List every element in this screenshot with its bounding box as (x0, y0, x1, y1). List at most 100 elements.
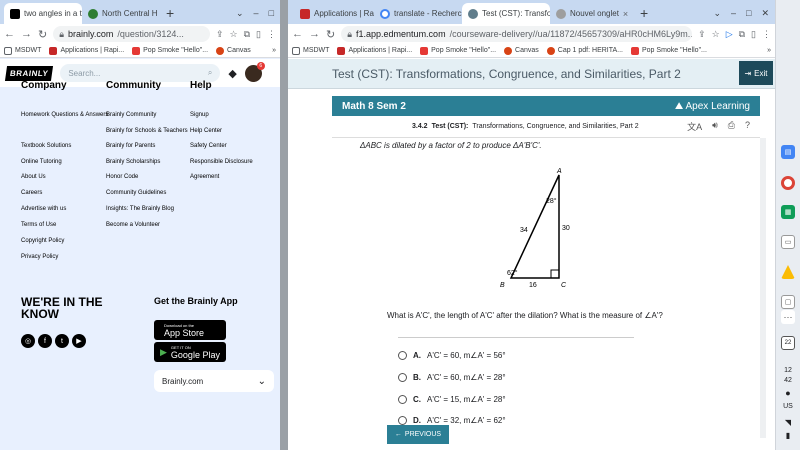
battery-icon[interactable]: ▮ (776, 431, 800, 440)
footer-link[interactable]: Homework Questions & Answers (21, 112, 108, 118)
footer-link[interactable]: Online Tutoring (21, 159, 62, 165)
wifi-icon[interactable]: ◥ (776, 418, 800, 427)
youtube-icon[interactable]: ▶ (72, 334, 86, 348)
footer-link[interactable]: Terms of Use (21, 222, 56, 228)
tab-applications[interactable]: Applications | Rapi × (294, 3, 374, 24)
bookmark-item[interactable]: Pop Smoke "Hello"... (132, 46, 208, 55)
minimize-icon[interactable]: – (254, 3, 259, 24)
sheets-icon[interactable]: ▦ (781, 205, 795, 219)
bookmark-item[interactable]: Canvas (216, 46, 251, 55)
reload-icon[interactable]: ↻ (38, 28, 47, 41)
bookmark-item[interactable]: Cap 1 pdf: HERITA... (546, 46, 623, 55)
bookmark-item[interactable]: MSDWT (4, 46, 41, 55)
translate-ext-icon[interactable]: ▷ (726, 29, 733, 40)
drive-icon[interactable] (781, 265, 795, 279)
footer-link[interactable]: Honor Code (106, 174, 138, 180)
bookmark-item[interactable]: Pop Smoke "Hello"... (420, 46, 496, 55)
tab-north-central[interactable]: North Central H × (82, 3, 160, 24)
answer-option-b[interactable]: B. A'C' = 60, m∠A' = 28° (398, 373, 506, 382)
domain-select[interactable]: Brainly.com ⌄ (154, 370, 274, 392)
extension-icon[interactable]: ⧉ (244, 29, 250, 40)
footer-link[interactable]: Community Guidelines (106, 190, 166, 196)
bookmark-item[interactable]: Applications | Rapi... (49, 46, 124, 55)
footer-link[interactable]: Safety Center (190, 143, 227, 149)
bookmark-item[interactable]: Pop Smoke "Hello"... (631, 46, 707, 55)
window-icon[interactable]: ▢ (781, 295, 795, 309)
tab-translate[interactable]: translate - Recherch × (374, 3, 462, 24)
translate-icon[interactable]: 文A (687, 120, 702, 133)
radio-button[interactable] (398, 416, 407, 425)
chevron-down-icon[interactable]: ⌄ (236, 3, 244, 24)
footer-link[interactable]: Become a Volunteer (106, 222, 160, 228)
radio-button[interactable] (398, 351, 407, 360)
back-icon[interactable]: ← (292, 28, 303, 40)
footer-link[interactable]: Brainly for Schools & Teachers (106, 128, 188, 134)
menu-icon[interactable]: ⋮ (762, 29, 771, 40)
brainly-logo[interactable]: BRAINLY (4, 65, 54, 81)
tab-new[interactable]: Nouvel onglet × (550, 3, 634, 24)
calendar-icon[interactable]: 22 (781, 336, 795, 350)
scrollbar[interactable] (760, 138, 766, 438)
radio-button[interactable] (398, 395, 407, 404)
footer-link[interactable]: Privacy Policy (21, 254, 58, 260)
docs-icon[interactable]: ▤ (781, 145, 795, 159)
menu-icon[interactable]: ⋮ (267, 29, 276, 40)
bookmark-item[interactable]: Canvas (504, 46, 539, 55)
help-icon[interactable]: ? (745, 120, 750, 133)
close-icon[interactable]: × (619, 9, 628, 19)
sidebar-icon[interactable]: ▯ (256, 29, 261, 40)
reload-icon[interactable]: ↻ (326, 28, 335, 41)
chevron-down-icon[interactable]: ⌄ (713, 3, 721, 24)
tab-test-cst[interactable]: Test (CST): Transfor × (462, 3, 550, 24)
avatar[interactable]: 6 (244, 61, 265, 82)
footer-link[interactable]: Careers (21, 190, 42, 196)
url-field[interactable]: 🔒︎ brainly.com/question/3124... (53, 26, 210, 42)
close-window-icon[interactable]: ✕ (761, 3, 769, 24)
url-field[interactable]: 🔒︎ f1.app.edmentum.com/courseware-delive… (341, 26, 693, 42)
twitter-icon[interactable]: t (55, 334, 69, 348)
more-bookmarks-icon[interactable]: » (767, 47, 771, 54)
new-tab-icon[interactable]: + (160, 3, 180, 24)
new-tab-icon[interactable]: + (634, 3, 654, 24)
print-icon[interactable]: ⎙ (728, 120, 735, 133)
instagram-icon[interactable]: ◎ (21, 334, 35, 348)
files-icon[interactable]: ▭ (781, 235, 795, 249)
footer-link[interactable]: Insights: The Brainly Blog (106, 206, 174, 212)
maximize-icon[interactable]: □ (746, 3, 751, 24)
google-play-button[interactable]: ▶ GET IT ON Google Play (154, 342, 226, 362)
answer-option-d[interactable]: D. A'C' = 32, m∠A' = 62° (398, 416, 506, 425)
footer-link[interactable]: About Us (21, 174, 46, 180)
audio-icon[interactable]: 🔊︎ (712, 120, 718, 133)
more-bookmarks-icon[interactable]: » (272, 47, 276, 54)
app-store-button[interactable]: Download on the App Store (154, 320, 226, 340)
search-icon[interactable]: ⌕ (208, 68, 212, 78)
star-icon[interactable]: ☆ (230, 29, 238, 40)
answer-option-a[interactable]: A. A'C' = 60, m∠A' = 56° (398, 351, 506, 360)
back-icon[interactable]: ← (4, 28, 15, 40)
footer-link[interactable]: Brainly Scholarships (106, 159, 160, 165)
footer-link[interactable]: Responsible Disclosure (190, 159, 253, 165)
footer-link[interactable]: Advertise with us (21, 206, 66, 212)
forward-icon[interactable]: → (309, 28, 320, 40)
sidebar-icon[interactable]: ▯ (751, 29, 756, 40)
language-indicator[interactable]: US (776, 403, 800, 410)
extension-icon[interactable]: ⧉ (739, 29, 745, 40)
star-icon[interactable]: ☆ (712, 29, 720, 40)
close-icon[interactable]: × (158, 9, 160, 19)
bookmark-item[interactable]: Applications | Rapi... (337, 46, 412, 55)
bookmark-item[interactable]: MSDWT (292, 46, 329, 55)
footer-link[interactable]: Brainly Community (106, 112, 156, 118)
forward-icon[interactable]: → (21, 28, 32, 40)
footer-link[interactable]: Brainly for Parents (106, 143, 155, 149)
footer-link[interactable]: Textbook Solutions (21, 143, 71, 149)
info-icon[interactable]: ● (776, 388, 800, 398)
share-icon[interactable]: ⇪ (216, 29, 224, 40)
answer-option-c[interactable]: C. A'C' = 15, m∠A' = 28° (398, 395, 506, 404)
footer-link[interactable]: Help Center (190, 128, 222, 134)
settings-icon[interactable]: ⋯ (781, 310, 795, 324)
chrome-icon[interactable] (781, 176, 795, 190)
maximize-icon[interactable]: □ (269, 3, 274, 24)
footer-link[interactable]: Signup (190, 112, 209, 118)
radio-button[interactable] (398, 373, 407, 382)
facebook-icon[interactable]: f (38, 334, 52, 348)
